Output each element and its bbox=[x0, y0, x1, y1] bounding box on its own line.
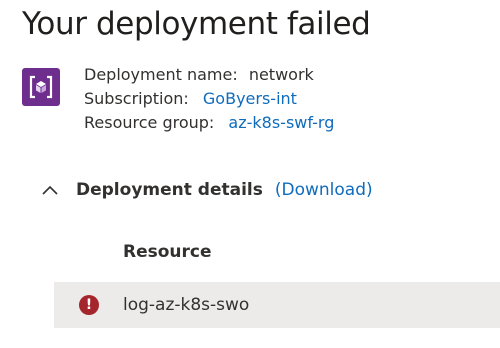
page-title: Your deployment failed bbox=[22, 6, 371, 42]
download-link[interactable]: (Download) bbox=[275, 180, 373, 200]
table-row[interactable]: ! log-az-k8s-swo bbox=[54, 282, 500, 328]
deployment-cube-icon bbox=[22, 68, 60, 106]
deployment-details-title: Deployment details bbox=[76, 180, 263, 200]
subscription-link[interactable]: GoByers-int bbox=[203, 89, 297, 108]
deployment-details-header: Deployment details (Download) bbox=[38, 176, 373, 204]
resource-group-label: Resource group: bbox=[84, 113, 215, 132]
deployment-name-value: network bbox=[248, 65, 314, 84]
deployment-name-label: Deployment name: bbox=[84, 65, 238, 84]
resource-group-link[interactable]: az-k8s-swf-rg bbox=[228, 113, 334, 132]
subscription-label: Subscription: bbox=[84, 89, 189, 108]
resource-column-header: Resource bbox=[123, 242, 212, 262]
subscription-row: Subscription: GoByers-int bbox=[84, 87, 334, 111]
chevron-up-icon[interactable] bbox=[38, 178, 62, 202]
resource-name: log-az-k8s-swo bbox=[123, 295, 250, 315]
deployment-name-row: Deployment name: network bbox=[84, 63, 334, 87]
deployment-info: Deployment name: network Subscription: G… bbox=[84, 63, 334, 135]
resource-group-row: Resource group: az-k8s-swf-rg bbox=[84, 111, 334, 135]
error-icon: ! bbox=[79, 295, 99, 315]
